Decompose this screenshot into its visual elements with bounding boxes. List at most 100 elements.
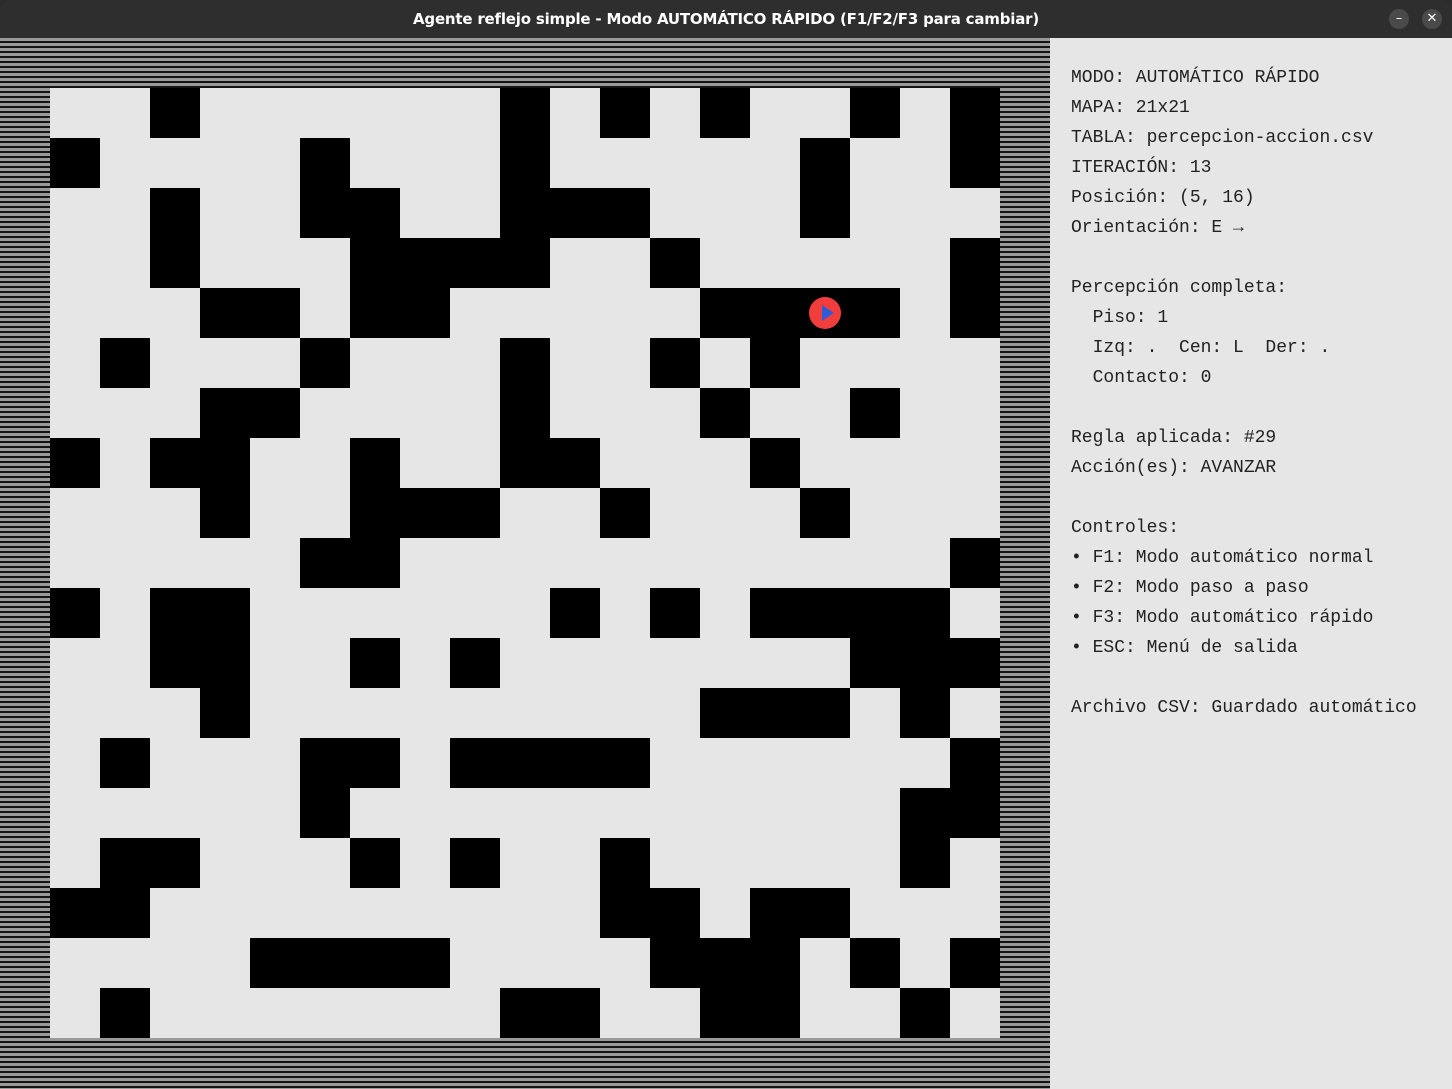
wall-cell	[500, 188, 550, 238]
wall-cell	[750, 688, 800, 738]
window-title: Agente reflejo simple - Modo AUTOMÁTICO …	[413, 10, 1039, 28]
wall-cell	[350, 238, 400, 288]
wall-cell	[150, 638, 200, 688]
wall-cell	[450, 738, 500, 788]
perception-sensors: Izq: . Cen: L Der: .	[1071, 338, 1331, 358]
info-panel: MODO: AUTOMÁTICO RÁPIDO MAPA: 21x21 TABL…	[1050, 38, 1452, 1089]
wall-cell	[550, 438, 600, 488]
game-canvas	[0, 38, 1050, 1089]
agent	[809, 297, 841, 329]
wall-cell	[950, 138, 1000, 188]
wall-cell	[350, 538, 400, 588]
wall-cell	[900, 688, 950, 738]
wall-cell	[450, 838, 500, 888]
wall-cell	[300, 538, 350, 588]
wall-cell	[950, 238, 1000, 288]
wall-cell	[100, 738, 150, 788]
position-text: Posición: (5, 16)	[1071, 188, 1255, 208]
wall-cell	[850, 288, 900, 338]
wall-cell	[300, 338, 350, 388]
wall-cell	[650, 238, 700, 288]
wall-cell	[50, 888, 100, 938]
wall-cell	[400, 938, 450, 988]
wall-cell	[750, 988, 800, 1038]
wall-cell	[850, 388, 900, 438]
wall-cell	[350, 188, 400, 238]
wall-cell	[850, 588, 900, 638]
wall-cell	[500, 988, 550, 1038]
wall-cell	[350, 638, 400, 688]
control-esc: • ESC: Menú de salida	[1071, 638, 1298, 658]
wall-cell	[700, 988, 750, 1038]
wall-cell	[950, 638, 1000, 688]
wall-cell	[950, 738, 1000, 788]
wall-cell	[550, 738, 600, 788]
wall-cell	[250, 288, 300, 338]
control-f2: • F2: Modo paso a paso	[1071, 578, 1309, 598]
wall-cell	[350, 938, 400, 988]
applied-rule-text: Regla aplicada: #29	[1071, 428, 1277, 448]
close-button[interactable]: ✕	[1422, 9, 1442, 29]
wall-cell	[550, 188, 600, 238]
wall-cell	[800, 888, 850, 938]
actions-text: Acción(es): AVANZAR	[1071, 458, 1277, 478]
orientation-text: Orientación: E →	[1071, 218, 1244, 238]
wall-cell	[350, 738, 400, 788]
wall-cell	[150, 838, 200, 888]
wall-cell	[400, 488, 450, 538]
wall-cell	[450, 488, 500, 538]
wall-cell	[950, 938, 1000, 988]
wall-cell	[50, 138, 100, 188]
wall-cell	[650, 588, 700, 638]
wall-cell	[500, 438, 550, 488]
wall-cell	[900, 638, 950, 688]
wall-cell	[450, 638, 500, 688]
wall-cell	[750, 438, 800, 488]
wall-cell	[350, 288, 400, 338]
map-size-text: MAPA: 21x21	[1071, 98, 1190, 118]
wall-cell	[500, 338, 550, 388]
wall-cell	[100, 338, 150, 388]
table-file-text: TABLA: percepcion-accion.csv	[1071, 128, 1374, 148]
wall-cell	[750, 288, 800, 338]
wall-cell	[200, 488, 250, 538]
control-f3: • F3: Modo automático rápido	[1071, 608, 1374, 628]
wall-cell	[800, 588, 850, 638]
wall-cell	[800, 188, 850, 238]
wall-cell	[600, 888, 650, 938]
wall-cell	[950, 788, 1000, 838]
perception-floor: Piso: 1	[1071, 308, 1169, 328]
minimize-button[interactable]: –	[1389, 9, 1409, 29]
wall-cell	[450, 238, 500, 288]
wall-cell	[200, 288, 250, 338]
wall-cell	[200, 438, 250, 488]
perception-heading: Percepción completa:	[1071, 278, 1288, 298]
wall-cell	[600, 838, 650, 888]
wall-cell	[150, 238, 200, 288]
csv-status-text: Archivo CSV: Guardado automático	[1071, 698, 1417, 718]
wall-cell	[800, 688, 850, 738]
wall-cell	[200, 688, 250, 738]
wall-cell	[900, 788, 950, 838]
window-titlebar: Agente reflejo simple - Modo AUTOMÁTICO …	[0, 0, 1452, 38]
wall-cell	[400, 288, 450, 338]
wall-cell	[300, 938, 350, 988]
wall-cell	[950, 88, 1000, 138]
wall-cell	[900, 838, 950, 888]
wall-cell	[50, 438, 100, 488]
wall-cell	[700, 688, 750, 738]
wall-cell	[300, 788, 350, 838]
wall-cell	[950, 538, 1000, 588]
wall-cell	[350, 838, 400, 888]
wall-cell	[150, 88, 200, 138]
wall-cell	[850, 88, 900, 138]
wall-cell	[650, 888, 700, 938]
wall-cell	[100, 888, 150, 938]
wall-cell	[800, 138, 850, 188]
wall-cell	[500, 88, 550, 138]
wall-cell	[300, 738, 350, 788]
wall-cell	[600, 188, 650, 238]
wall-cell	[700, 88, 750, 138]
wall-cell	[850, 638, 900, 688]
wall-cell	[550, 588, 600, 638]
